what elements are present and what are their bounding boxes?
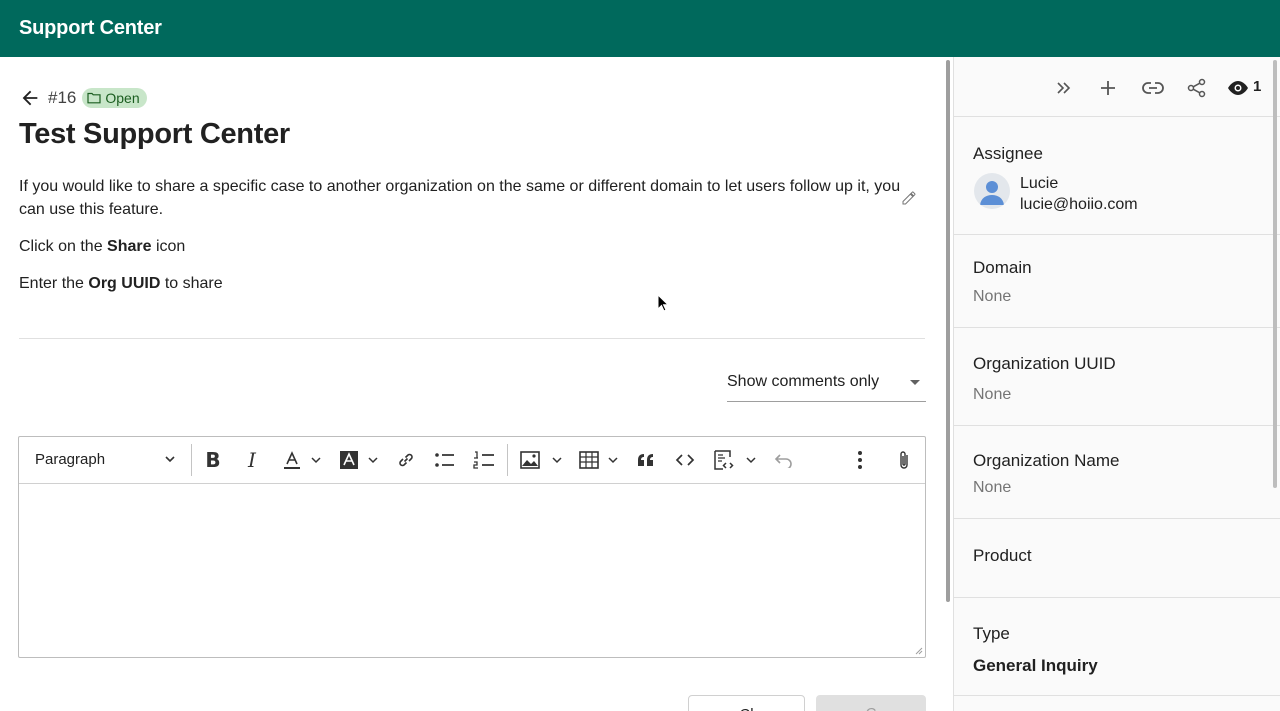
main-scrollbar[interactable] — [946, 60, 950, 602]
block-format-select[interactable]: Paragraph — [35, 451, 105, 468]
editor-toolbar: Paragraph B I — [19, 437, 925, 484]
more-icon[interactable] — [849, 449, 871, 471]
bulleted-list-icon[interactable] — [434, 449, 456, 471]
domain-field[interactable]: Domain None — [954, 235, 1280, 328]
case-details-sidebar: 1 Assignee Lucie lucie@hoiio.com Domain … — [954, 57, 1280, 711]
watch-eye-icon[interactable] — [1227, 77, 1249, 99]
share-icon[interactable] — [1186, 77, 1208, 99]
field-label: Assignee — [973, 144, 1043, 163]
app-title: Support Center — [19, 17, 162, 39]
field-value: None — [973, 479, 1012, 496]
chevron-down-icon — [910, 380, 920, 385]
product-field[interactable]: Product — [954, 519, 1280, 598]
chevron-down-icon[interactable] — [367, 454, 379, 466]
chevron-down-icon[interactable] — [551, 454, 563, 466]
sidebar-scrollbar[interactable] — [1273, 60, 1277, 488]
resize-grip-icon[interactable] — [915, 647, 923, 655]
field-value: None — [973, 386, 1012, 403]
field-label: Product — [973, 546, 1032, 565]
type-field[interactable]: Type General Inquiry — [954, 598, 1280, 696]
field-value: General Inquiry — [973, 656, 1098, 675]
organization-uuid-field[interactable]: Organization UUID None — [954, 328, 1280, 426]
image-icon[interactable] — [519, 449, 541, 471]
table-icon[interactable] — [578, 449, 600, 471]
case-number: #16 — [48, 88, 77, 107]
case-header-row: #16 Open — [19, 87, 147, 109]
status-label: Open — [105, 90, 140, 106]
chevron-down-icon[interactable] — [607, 454, 619, 466]
divider — [19, 338, 925, 339]
bold-icon[interactable]: B — [202, 448, 224, 472]
case-main-panel: #16 Open Test Support Center If you woul… — [0, 57, 944, 711]
cancel-button[interactable]: Cl — [688, 695, 805, 711]
description-paragraph: Enter the Org UUID to share — [19, 275, 223, 292]
code-icon[interactable] — [674, 449, 696, 471]
comment-input[interactable] — [19, 485, 925, 657]
status-badge: Open — [82, 88, 147, 108]
organization-name-field[interactable]: Organization Name None — [954, 426, 1280, 519]
undo-icon[interactable] — [773, 449, 795, 471]
mouse-cursor-icon — [657, 294, 669, 312]
code-block-icon[interactable] — [713, 449, 735, 471]
watch-count: 1 — [1253, 78, 1262, 95]
link-icon[interactable] — [395, 449, 417, 471]
folder-icon — [87, 92, 101, 104]
chevron-down-icon[interactable] — [164, 453, 176, 465]
toolbar-separator — [507, 444, 508, 476]
numbered-list-icon[interactable] — [473, 449, 495, 471]
field-label: Organization Name — [973, 451, 1120, 470]
assignee-email: lucie@hoiio.com — [1020, 196, 1138, 213]
back-arrow-icon[interactable] — [19, 87, 41, 109]
quote-icon[interactable] — [635, 449, 657, 471]
sidebar-toolbar: 1 — [954, 57, 1280, 117]
app-header: Support Center — [0, 0, 1280, 57]
highlight-icon[interactable] — [338, 449, 360, 471]
comment-button[interactable]: C — [816, 695, 926, 711]
link-icon[interactable] — [1142, 77, 1164, 99]
italic-icon[interactable]: I — [241, 448, 263, 472]
case-description: If you would like to share a specific ca… — [19, 175, 924, 309]
attachment-icon[interactable] — [893, 449, 915, 471]
chevron-down-icon[interactable] — [745, 454, 757, 466]
edit-pencil-icon[interactable] — [901, 190, 917, 206]
comment-editor: Paragraph B I — [18, 436, 926, 658]
toolbar-separator — [191, 444, 192, 476]
comments-filter-select[interactable]: Show comments only — [727, 367, 926, 402]
add-icon[interactable] — [1097, 77, 1119, 99]
description-paragraph: Click on the Share icon — [19, 238, 186, 255]
description-paragraph: If you would like to share a specific ca… — [19, 178, 901, 218]
field-label: Type — [973, 624, 1010, 643]
field-value: None — [973, 288, 1012, 305]
avatar — [974, 173, 1010, 209]
case-title: Test Support Center — [19, 118, 290, 150]
field-label: Organization UUID — [973, 354, 1116, 373]
field-label: Domain — [973, 258, 1032, 277]
chevron-down-icon[interactable] — [310, 454, 322, 466]
collapse-sidebar-icon[interactable] — [1053, 77, 1075, 99]
comments-filter-value: Show comments only — [727, 373, 880, 390]
font-color-icon[interactable] — [281, 449, 303, 471]
assignee-name: Lucie — [1020, 175, 1059, 192]
